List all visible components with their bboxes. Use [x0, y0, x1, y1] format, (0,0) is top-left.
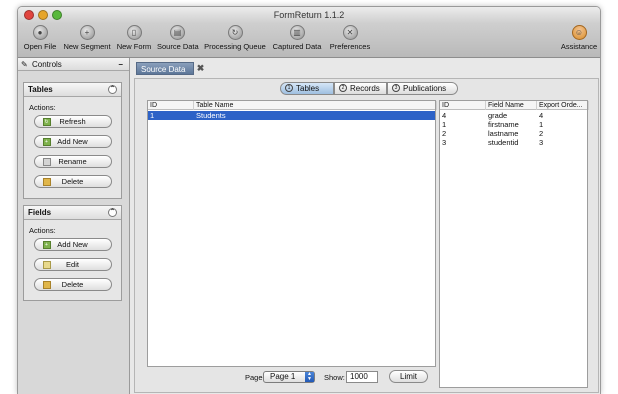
column-header-export-order[interactable]: Export Orde...	[537, 101, 589, 110]
segment-records[interactable]: 2 Records	[334, 82, 387, 95]
cell-field-name: lastname	[488, 129, 519, 138]
table-row[interactable]: 2 lastname 2	[440, 129, 587, 138]
table-row[interactable]: 1 firstname 1	[440, 120, 587, 129]
edit-icon	[42, 261, 51, 269]
delete-field-button[interactable]: Delete	[33, 278, 112, 291]
edit-field-button[interactable]: Edit	[33, 258, 112, 271]
collapse-controls-button[interactable]: –	[119, 58, 123, 71]
toolbar: ● Open File + New Segment ▯ New Form ▤ S…	[18, 23, 600, 58]
zoom-window-button[interactable]	[52, 10, 62, 20]
close-window-button[interactable]	[24, 10, 34, 20]
new-segment-icon: +	[79, 25, 95, 40]
cell-export-order: 4	[539, 111, 544, 120]
column-header-id[interactable]: ID	[440, 101, 486, 110]
refresh-icon: ↻	[42, 118, 51, 126]
cell-id: 4	[442, 111, 447, 120]
main-area: Source Data ✖ 1 Tables 2 Records 3 Publi…	[131, 58, 600, 394]
rename-table-button[interactable]: Rename	[33, 155, 112, 168]
cell-field-name: studentid	[488, 138, 519, 147]
cell-field-name: firstname	[488, 120, 519, 129]
captured-data-icon: ▥	[289, 25, 305, 40]
segment-number-1-icon: 1	[285, 84, 293, 92]
tables-actions-label: Actions:	[29, 103, 56, 112]
cell-export-order: 1	[539, 120, 544, 129]
app-window: FormReturn 1.1.2 ● Open File + New Segme…	[17, 6, 601, 394]
fields-table: ID Field Name Export Orde... 4 grade 4 1…	[439, 100, 589, 388]
tables-table-header: ID Table Name	[148, 101, 437, 110]
fields-panel: Fields ⌃ Actions: + Add New Edit Delete	[23, 205, 122, 301]
tables-table: ID Table Name 1 Students	[147, 100, 437, 367]
preferences-icon: ✕	[342, 25, 358, 40]
minimize-window-button[interactable]	[38, 10, 48, 20]
new-form-button[interactable]: ▯ New Form	[116, 24, 152, 57]
limit-button[interactable]: Limit	[389, 370, 428, 383]
segment-publications[interactable]: 3 Publications	[387, 82, 458, 95]
segment-number-3-icon: 3	[392, 84, 400, 92]
table-row[interactable]: 1 Students	[148, 111, 435, 120]
processing-queue-button[interactable]: ↻ Processing Queue	[203, 24, 267, 57]
cell-export-order: 3	[539, 138, 544, 147]
tab-source-data[interactable]: Source Data	[136, 62, 194, 75]
show-label: Show:	[324, 373, 345, 382]
show-count-input[interactable]: 1000	[346, 371, 378, 383]
collapse-fields-icon[interactable]: ⌃	[108, 208, 117, 217]
add-new-field-button[interactable]: + Add New	[33, 238, 112, 251]
title-bar: FormReturn 1.1.2	[18, 7, 600, 23]
rename-icon	[42, 158, 51, 166]
assistance-icon: ☺	[571, 25, 587, 40]
column-header-id[interactable]: ID	[148, 101, 194, 110]
segment-number-2-icon: 2	[339, 84, 347, 92]
fields-table-header: ID Field Name Export Orde...	[440, 101, 589, 110]
controls-header: ✎ Controls –	[18, 58, 129, 71]
column-header-table-name[interactable]: Table Name	[194, 101, 437, 110]
preferences-button[interactable]: ✕ Preferences	[329, 24, 371, 57]
collapse-tables-icon[interactable]: ⌃	[108, 85, 117, 94]
window-title: FormReturn 1.1.2	[273, 10, 345, 20]
cell-field-name: grade	[488, 111, 508, 120]
open-file-icon: ●	[32, 25, 48, 40]
source-data-icon: ▤	[170, 25, 185, 40]
cell-id: 1	[150, 111, 155, 120]
new-form-icon: ▯	[126, 25, 142, 40]
close-tab-icon[interactable]: ✖	[196, 64, 205, 73]
table-row[interactable]: 3 studentid 3	[440, 138, 587, 147]
add-new-table-button[interactable]: + Add New	[33, 135, 112, 148]
assistance-button[interactable]: ☺ Assistance	[559, 24, 599, 57]
cell-table-name: Students	[196, 111, 226, 120]
fields-panel-title: Fields	[28, 208, 52, 217]
page-select[interactable]: Page 1 ▲ ▼	[263, 371, 315, 383]
cell-id: 1	[442, 120, 447, 129]
fields-actions-label: Actions:	[29, 226, 56, 235]
page-label: Page:	[245, 373, 265, 382]
add-icon: +	[42, 138, 51, 146]
wrench-icon: ✎	[21, 60, 28, 69]
cell-id: 3	[442, 138, 447, 147]
captured-data-button[interactable]: ▥ Captured Data	[272, 24, 322, 57]
cell-id: 2	[442, 129, 447, 138]
new-segment-button[interactable]: + New Segment	[63, 24, 111, 57]
sidebar: ✎ Controls – Tables ⌃ Actions: ↻ Refresh…	[18, 58, 130, 394]
delete-icon	[42, 281, 51, 289]
tables-panel-title: Tables	[28, 85, 53, 94]
source-data-button[interactable]: ▤ Source Data	[157, 24, 199, 57]
cell-export-order: 2	[539, 129, 544, 138]
fields-panel-header: Fields ⌃	[24, 206, 121, 220]
open-file-button[interactable]: ● Open File	[22, 24, 58, 57]
refresh-table-button[interactable]: ↻ Refresh	[33, 115, 112, 128]
delete-icon	[42, 178, 51, 186]
source-data-content: 1 Tables 2 Records 3 Publications ID Tab…	[134, 78, 599, 393]
table-row[interactable]: 4 grade 4	[440, 111, 587, 120]
column-header-field-name[interactable]: Field Name	[486, 101, 537, 110]
segment-tables[interactable]: 1 Tables	[280, 82, 334, 95]
select-arrows-icon: ▲ ▼	[305, 372, 314, 382]
controls-label: Controls	[32, 60, 62, 69]
processing-queue-icon: ↻	[227, 25, 243, 40]
tables-panel-header: Tables ⌃	[24, 83, 121, 97]
add-icon: +	[42, 241, 51, 249]
delete-table-button[interactable]: Delete	[33, 175, 112, 188]
tables-panel: Tables ⌃ Actions: ↻ Refresh + Add New Re…	[23, 82, 122, 199]
